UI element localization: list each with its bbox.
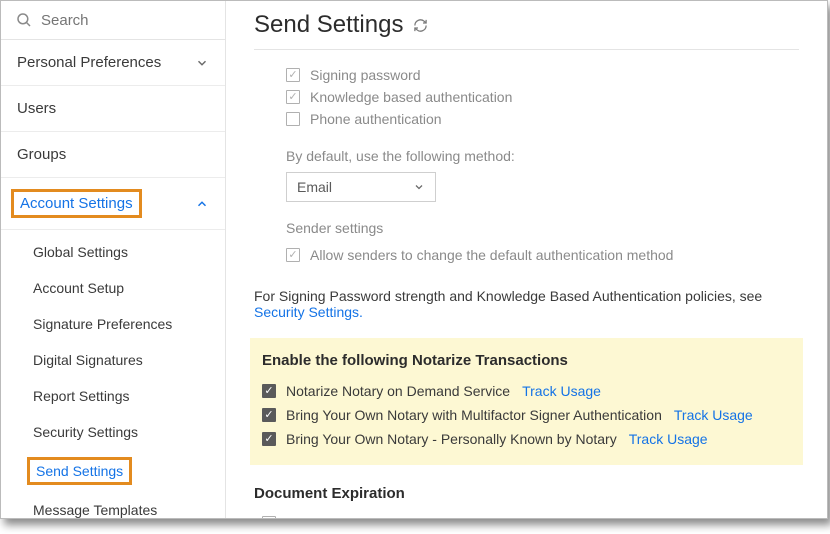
chevron-down-icon <box>413 181 425 193</box>
page-title-row: Send Settings <box>254 11 799 50</box>
checkbox-knowledge-based-auth[interactable]: Knowledge based authentication <box>286 86 799 108</box>
checkbox-icon <box>262 408 276 422</box>
account-settings-sublist: Global Settings Account Setup Signature … <box>1 230 225 534</box>
sidebar-subitem-global-settings[interactable]: Global Settings <box>1 234 225 270</box>
default-method-label: By default, use the following method: <box>286 148 799 164</box>
sidebar-item-groups[interactable]: Groups <box>1 132 225 178</box>
track-usage-link[interactable]: Track Usage <box>674 407 753 423</box>
checkbox-byo-notary-known[interactable]: Bring Your Own Notary - Personally Known… <box>260 427 793 451</box>
sidebar-item-personal-preferences[interactable]: Personal Preferences <box>1 40 225 86</box>
sidebar-item-label: Users <box>17 100 56 117</box>
sidebar-subitem-security-settings[interactable]: Security Settings <box>1 414 225 450</box>
sidebar-item-label: Account Settings <box>11 189 142 218</box>
doc-expiration-heading: Document Expiration <box>254 485 799 502</box>
sidebar-subitem-digital-signatures[interactable]: Digital Signatures <box>1 342 225 378</box>
main-panel: Send Settings Signing password Knowledge… <box>226 1 827 518</box>
sidebar-item-users[interactable]: Users <box>1 86 225 132</box>
sender-settings-label: Sender settings <box>286 220 799 236</box>
checkbox-notary-on-demand[interactable]: Notarize Notary on Demand Service Track … <box>260 379 793 403</box>
sidebar-subitem-signature-preferences[interactable]: Signature Preferences <box>1 306 225 342</box>
checkbox-icon <box>286 68 300 82</box>
chevron-down-icon <box>195 56 209 70</box>
sidebar-item-label: Groups <box>17 146 66 163</box>
checkbox-icon <box>262 432 276 446</box>
checkbox-icon <box>286 112 300 126</box>
notarize-section: Enable the following Notarize Transactio… <box>250 338 803 465</box>
chevron-up-icon <box>195 197 209 211</box>
sidebar-subitem-message-templates[interactable]: Message Templates <box>1 492 225 528</box>
default-method-select[interactable]: Email <box>286 172 436 202</box>
sidebar-subitem-report-settings[interactable]: Report Settings <box>1 378 225 414</box>
checkbox-phone-auth[interactable]: Phone authentication <box>286 108 799 130</box>
policy-info: For Signing Password strength and Knowle… <box>254 288 799 320</box>
checkbox-icon <box>262 384 276 398</box>
checkbox-enable-doc-expiration[interactable]: Enable document expiration <box>254 512 799 518</box>
sidebar-subitem-send-settings[interactable]: Send Settings <box>1 450 225 492</box>
checkbox-icon <box>286 90 300 104</box>
sidebar-item-account-settings[interactable]: Account Settings <box>1 178 225 230</box>
auth-options: Signing password Knowledge based authent… <box>254 64 799 266</box>
checkbox-icon <box>262 516 276 518</box>
checkbox-icon <box>286 248 300 262</box>
checkbox-byo-notary-mfa[interactable]: Bring Your Own Notary with Multifactor S… <box>260 403 793 427</box>
notarize-heading: Enable the following Notarize Transactio… <box>260 352 793 369</box>
search-row[interactable] <box>1 1 225 40</box>
sidebar-item-label: Personal Preferences <box>17 54 161 71</box>
document-expiration-section: Document Expiration Enable document expi… <box>254 485 799 518</box>
search-input[interactable] <box>41 12 181 29</box>
refresh-icon[interactable] <box>413 18 428 33</box>
checkbox-signing-password[interactable]: Signing password <box>286 64 799 86</box>
checkbox-allow-senders-change[interactable]: Allow senders to change the default auth… <box>286 244 799 266</box>
track-usage-link[interactable]: Track Usage <box>522 383 601 399</box>
search-icon <box>15 11 33 29</box>
page-title: Send Settings <box>254 11 403 39</box>
track-usage-link[interactable]: Track Usage <box>629 431 708 447</box>
sidebar: Personal Preferences Users Groups Accoun… <box>1 1 226 518</box>
security-settings-link[interactable]: Security Settings. <box>254 304 363 320</box>
sidebar-subitem-account-setup[interactable]: Account Setup <box>1 270 225 306</box>
